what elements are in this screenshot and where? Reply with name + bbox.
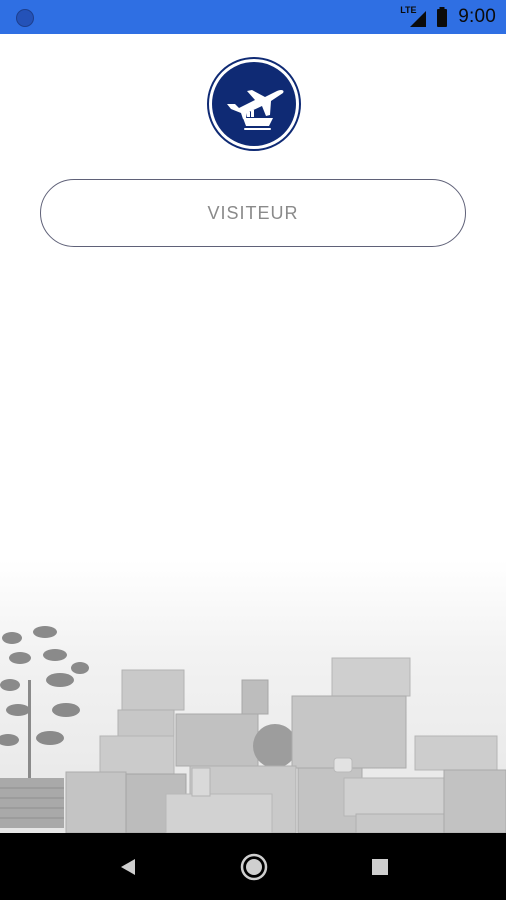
- visitor-button[interactable]: VISITEUR: [40, 179, 466, 247]
- plane-ship-logo-icon: [207, 57, 301, 151]
- home-icon[interactable]: [219, 833, 289, 900]
- battery-icon: [437, 7, 448, 27]
- clock: 9:00: [458, 6, 496, 27]
- signal-indicator: LTE: [400, 5, 427, 27]
- signal-icon: [410, 11, 427, 27]
- back-icon[interactable]: [92, 833, 162, 900]
- navigation-bar: [0, 833, 506, 900]
- notification-dot-icon: [16, 9, 34, 27]
- visitor-button-label: VISITEUR: [207, 202, 299, 223]
- moving-boxes-illustration: [0, 560, 506, 833]
- recents-icon[interactable]: [345, 833, 415, 900]
- status-bar: LTE 9:00: [0, 0, 506, 34]
